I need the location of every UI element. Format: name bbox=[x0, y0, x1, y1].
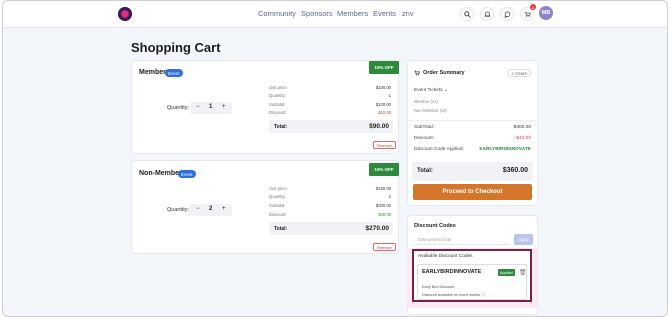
discount-badge: 10% OFF bbox=[369, 163, 399, 176]
quantity-row-label: Quantity: bbox=[269, 93, 286, 98]
unit-price: $150.00 bbox=[375, 186, 391, 191]
quantity-row-label: Quantity: bbox=[269, 194, 286, 199]
quantity-stepper[interactable]: − 2 + bbox=[190, 204, 232, 216]
code-applied-label: Discount Code Applied: bbox=[414, 147, 464, 152]
nav-members[interactable]: Members bbox=[337, 9, 368, 18]
plus-button[interactable]: + bbox=[222, 206, 226, 212]
total-label: Total: bbox=[274, 226, 288, 232]
trash-icon[interactable]: 🗑 bbox=[519, 269, 527, 276]
summary-total-label: Total: bbox=[417, 168, 433, 174]
total-value: $90.00 bbox=[369, 123, 389, 130]
quantity-label: Quantity: bbox=[167, 207, 190, 213]
event-tag: Event bbox=[178, 170, 196, 178]
remove-button[interactable]: Remove bbox=[373, 243, 396, 251]
site-logo[interactable] bbox=[118, 7, 132, 21]
summary-total-row: Total: $360.00 bbox=[412, 162, 533, 181]
cart-count-badge: 1 bbox=[530, 4, 536, 10]
item-name: Member bbox=[139, 69, 166, 76]
subtotal-value: $100.00 bbox=[375, 102, 391, 107]
subtotal-value: $300.00 bbox=[375, 203, 391, 208]
subtotal-label: Subtotal: bbox=[269, 203, 286, 208]
total-value: $270.00 bbox=[365, 225, 390, 232]
event-tag: Event bbox=[165, 69, 183, 77]
discount-codes-title: Discount Codes bbox=[414, 223, 456, 229]
nav-znv[interactable]: znv bbox=[402, 9, 414, 18]
item-total-row: Total: $90.00 bbox=[269, 120, 393, 133]
summary-title: Order Summary bbox=[423, 70, 465, 76]
summary-total-value: $360.00 bbox=[502, 167, 528, 174]
quantity-stepper[interactable]: − 1 + bbox=[190, 102, 232, 114]
avatar[interactable]: MB bbox=[539, 6, 553, 20]
chat-icon[interactable] bbox=[500, 7, 514, 21]
quantity-value[interactable]: 1 bbox=[209, 104, 212, 110]
discount-code-name: EARLYBIRDINNOVATE bbox=[422, 269, 482, 275]
total-label: Total: bbox=[274, 124, 288, 130]
available-codes-title: Available Discount Codes bbox=[418, 254, 473, 259]
remove-button[interactable]: Remove bbox=[373, 141, 396, 149]
unit-price-label: Unit price: bbox=[269, 186, 288, 191]
page-title: Shopping Cart bbox=[131, 40, 221, 55]
item-total-row: Total: $270.00 bbox=[269, 222, 393, 235]
divider bbox=[408, 120, 537, 121]
cart-item-member: Member Event 10% OFF Quantity: − 1 + Uni… bbox=[131, 60, 399, 154]
discount-label: Discount: bbox=[269, 110, 287, 115]
discount-badge: 10% OFF bbox=[369, 61, 399, 74]
discount-note: Discount available on event tickets ⓘ bbox=[422, 293, 485, 298]
cart-item-non-member: Non-Member Event 10% OFF Quantity: − 2 +… bbox=[131, 160, 399, 254]
line-non-member: Non-Member (x2) bbox=[414, 108, 447, 113]
unit-price: $100.00 bbox=[375, 85, 391, 90]
event-tickets-toggle[interactable]: Event Tickets ⌄ bbox=[414, 88, 448, 93]
promo-code-placeholder: Enter promo code bbox=[418, 237, 452, 242]
line-member: Member (x1) bbox=[414, 99, 438, 104]
subtotal-label: Subtotal: bbox=[269, 102, 286, 107]
nav-community[interactable]: Community bbox=[258, 9, 296, 18]
discount-value: $30.00 bbox=[378, 212, 391, 217]
bell-icon[interactable] bbox=[480, 7, 494, 21]
event-tickets-label: Event Tickets bbox=[414, 88, 443, 93]
discount-value: -$40.00 bbox=[514, 136, 531, 141]
minus-button[interactable]: − bbox=[196, 104, 200, 110]
quantity-row-value: 2 bbox=[388, 194, 391, 199]
search-icon[interactable] bbox=[460, 7, 474, 21]
app-window: Community Sponsors Members Events znv 1 … bbox=[2, 0, 668, 317]
proceed-to-checkout-button[interactable]: Proceed to Checkout bbox=[413, 184, 532, 200]
item-name: Non-Member bbox=[139, 170, 182, 177]
nav-events[interactable]: Events bbox=[373, 9, 396, 18]
minus-button[interactable]: − bbox=[196, 206, 200, 212]
top-nav: Community Sponsors Members Events znv 1 … bbox=[3, 1, 667, 28]
info-icon: ⓘ bbox=[481, 293, 486, 297]
discount-label: Discount: bbox=[269, 212, 287, 217]
cart-icon bbox=[414, 70, 420, 76]
code-applied-value: EARLYBIRDINNOVATE bbox=[479, 147, 531, 152]
discount-value: $10.00 bbox=[378, 110, 391, 115]
unit-price-label: Unit price: bbox=[269, 85, 288, 90]
quantity-label: Quantity: bbox=[167, 105, 190, 111]
applied-badge: Applied bbox=[498, 269, 515, 276]
discount-note-text: Discount available on event tickets bbox=[422, 293, 481, 297]
nav-sponsors[interactable]: Sponsors bbox=[301, 9, 333, 18]
discount-code-card[interactable]: EARLYBIRDINNOVATE Applied 🗑 Early Bird D… bbox=[417, 264, 527, 300]
subtotal-value: $400.00 bbox=[513, 125, 531, 130]
discount-description: Early Bird Discount bbox=[422, 285, 455, 289]
promo-code-input[interactable]: Enter promo code bbox=[414, 234, 510, 245]
apply-button[interactable]: Apply bbox=[514, 234, 533, 245]
chevron-down-icon: ⌄ bbox=[443, 88, 448, 93]
available-codes-box: Available Discount Codes EARLYBIRDINNOVA… bbox=[412, 249, 532, 302]
subtotal-label: SubTotal: bbox=[414, 125, 434, 130]
quantity-row-value: 1 bbox=[388, 93, 391, 98]
plus-button[interactable]: + bbox=[222, 104, 226, 110]
discount-label: Discount: bbox=[414, 136, 434, 141]
items-count-badge: 2 ITEMS bbox=[507, 69, 531, 77]
quantity-value[interactable]: 2 bbox=[209, 206, 212, 212]
